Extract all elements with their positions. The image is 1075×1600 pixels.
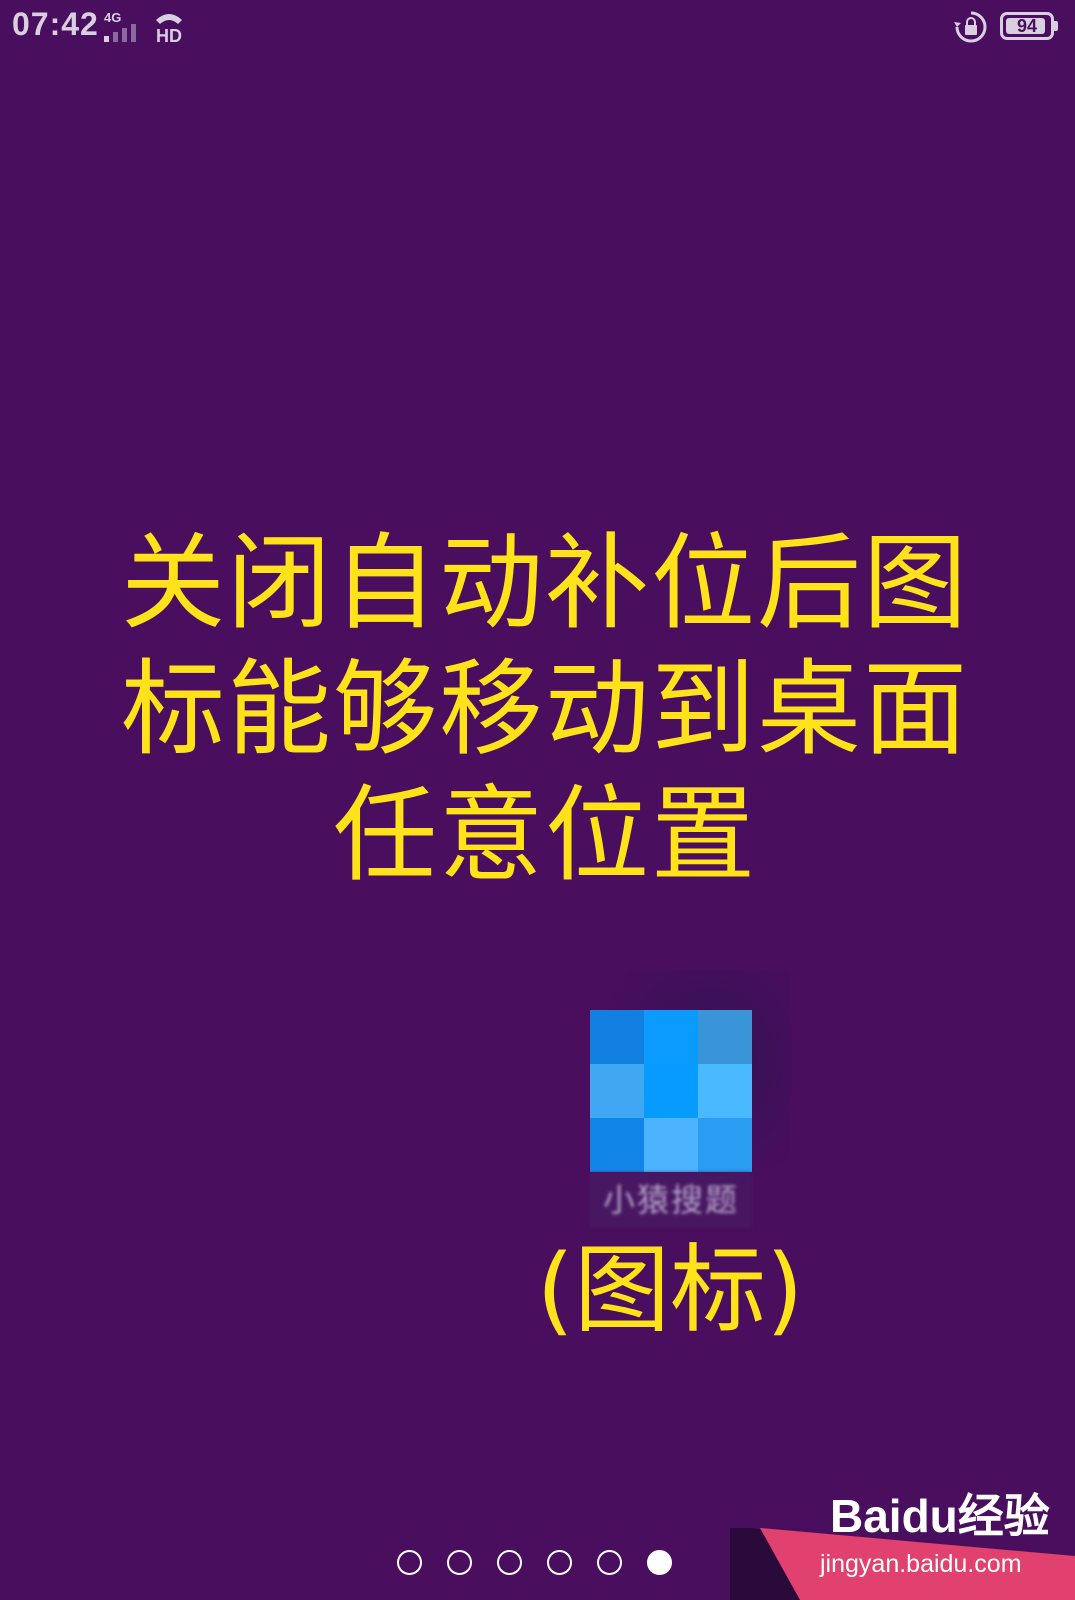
baidu-jingyan-logo: Baidu经验 [830, 1490, 1050, 1542]
app-icon[interactable] [590, 1010, 752, 1172]
app-label[interactable]: 小猿搜题 [590, 1172, 752, 1228]
signal-strength-icon [104, 24, 136, 42]
app-icon-pixel [644, 1118, 698, 1172]
hd-label: HD [156, 26, 182, 44]
status-bar: 07:42 4G HD 94 [0, 0, 1075, 56]
status-time: 07:42 [12, 6, 99, 42]
page-dot-active[interactable] [647, 1550, 672, 1575]
app-icon-pixel [590, 1064, 644, 1118]
battery-level: 94 [1016, 16, 1038, 36]
app-icon-pixel [698, 1064, 752, 1118]
app-icon-pixel [590, 1010, 644, 1064]
hd-voice-icon: HD [156, 14, 182, 44]
page-dot[interactable] [397, 1550, 422, 1575]
watermark: Baidu经验 jingyan.baidu.com [820, 1480, 1060, 1600]
page-dot[interactable] [597, 1550, 622, 1575]
page-dot[interactable] [547, 1550, 572, 1575]
app-icon-pixel [698, 1118, 752, 1172]
watermark-url: jingyan.baidu.com [820, 1550, 1022, 1578]
page-indicator[interactable] [397, 1550, 672, 1580]
battery-tip [1054, 21, 1058, 31]
app-icon-pixel [644, 1010, 698, 1064]
rotation-lock-icon [954, 11, 987, 43]
app-icon-pixel [644, 1064, 698, 1118]
headline-line-1: 关闭自动补位后图 [120, 522, 969, 644]
headline-line-2: 标能够移动到桌面 [120, 648, 969, 770]
page-dot[interactable] [447, 1550, 472, 1575]
app-icon-pixel [698, 1010, 752, 1064]
page-dot[interactable] [497, 1550, 522, 1575]
headline: 关闭自动补位后图 标能够移动到桌面 任意位置 [100, 520, 990, 898]
battery-icon: 94 [1000, 12, 1062, 42]
headline-line-3: 任意位置 [332, 774, 757, 896]
icon-caption: (图标) [536, 1234, 804, 1346]
app-icon-pixel [590, 1118, 644, 1172]
